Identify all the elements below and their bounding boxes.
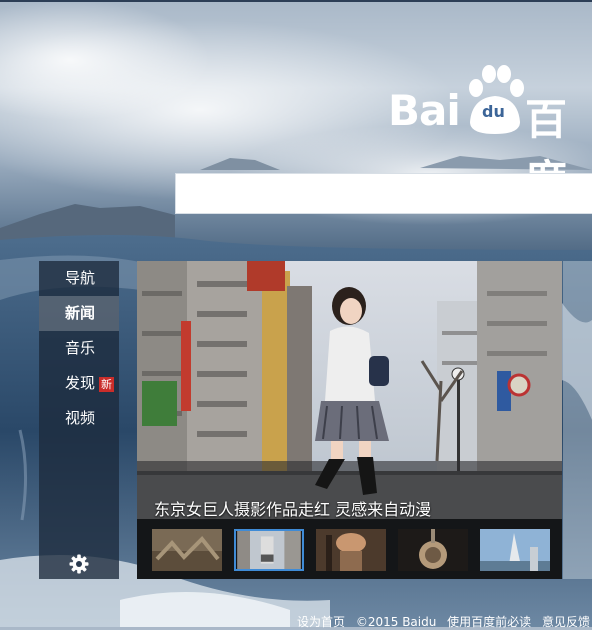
next-panel-preview[interactable]	[563, 261, 592, 579]
nav-item-discover[interactable]: 发现 新	[39, 366, 119, 401]
news-main-image[interactable]	[137, 261, 562, 519]
nav-item-news[interactable]: 新闻	[39, 296, 119, 331]
nav-item-label: 发现	[65, 374, 96, 392]
nav-item-label: 视频	[65, 409, 96, 427]
news-panel: 东京女巨人摄影作品走红 灵感来自动漫	[137, 261, 562, 579]
nav-item-video[interactable]: 视频	[39, 401, 119, 436]
baidu-logo[interactable]: Bai du 百度	[388, 62, 592, 205]
news-thumbnail[interactable]	[152, 529, 222, 571]
paw-icon: du	[462, 62, 528, 138]
sidebar-nav: 导航 新闻 音乐 发现 新 视频	[39, 261, 119, 579]
news-thumbnail[interactable]	[316, 529, 386, 571]
gear-icon[interactable]	[69, 554, 89, 574]
nav-item-label: 导航	[65, 269, 96, 287]
news-thumbnail[interactable]	[234, 529, 304, 571]
nav-item-label: 音乐	[65, 339, 96, 357]
nav-item-music[interactable]: 音乐	[39, 331, 119, 366]
logo-paw-text: du	[482, 102, 505, 121]
footer: 设为首页 ©2015 Baidu 使用百度前必读 意见反馈 京	[297, 613, 592, 630]
nav-item-label: 新闻	[65, 304, 96, 322]
new-badge: 新	[99, 377, 114, 392]
logo-text-left: Bai	[388, 86, 461, 135]
thumbnail-strip	[137, 523, 562, 579]
news-thumbnail[interactable]	[398, 529, 468, 571]
nav-item-navigation[interactable]: 导航	[39, 261, 119, 296]
news-thumbnail[interactable]	[480, 529, 550, 571]
search-input[interactable]	[175, 173, 592, 214]
top-border	[0, 0, 592, 2]
news-caption[interactable]: 东京女巨人摄影作品走红 灵感来自动漫	[154, 496, 431, 520]
